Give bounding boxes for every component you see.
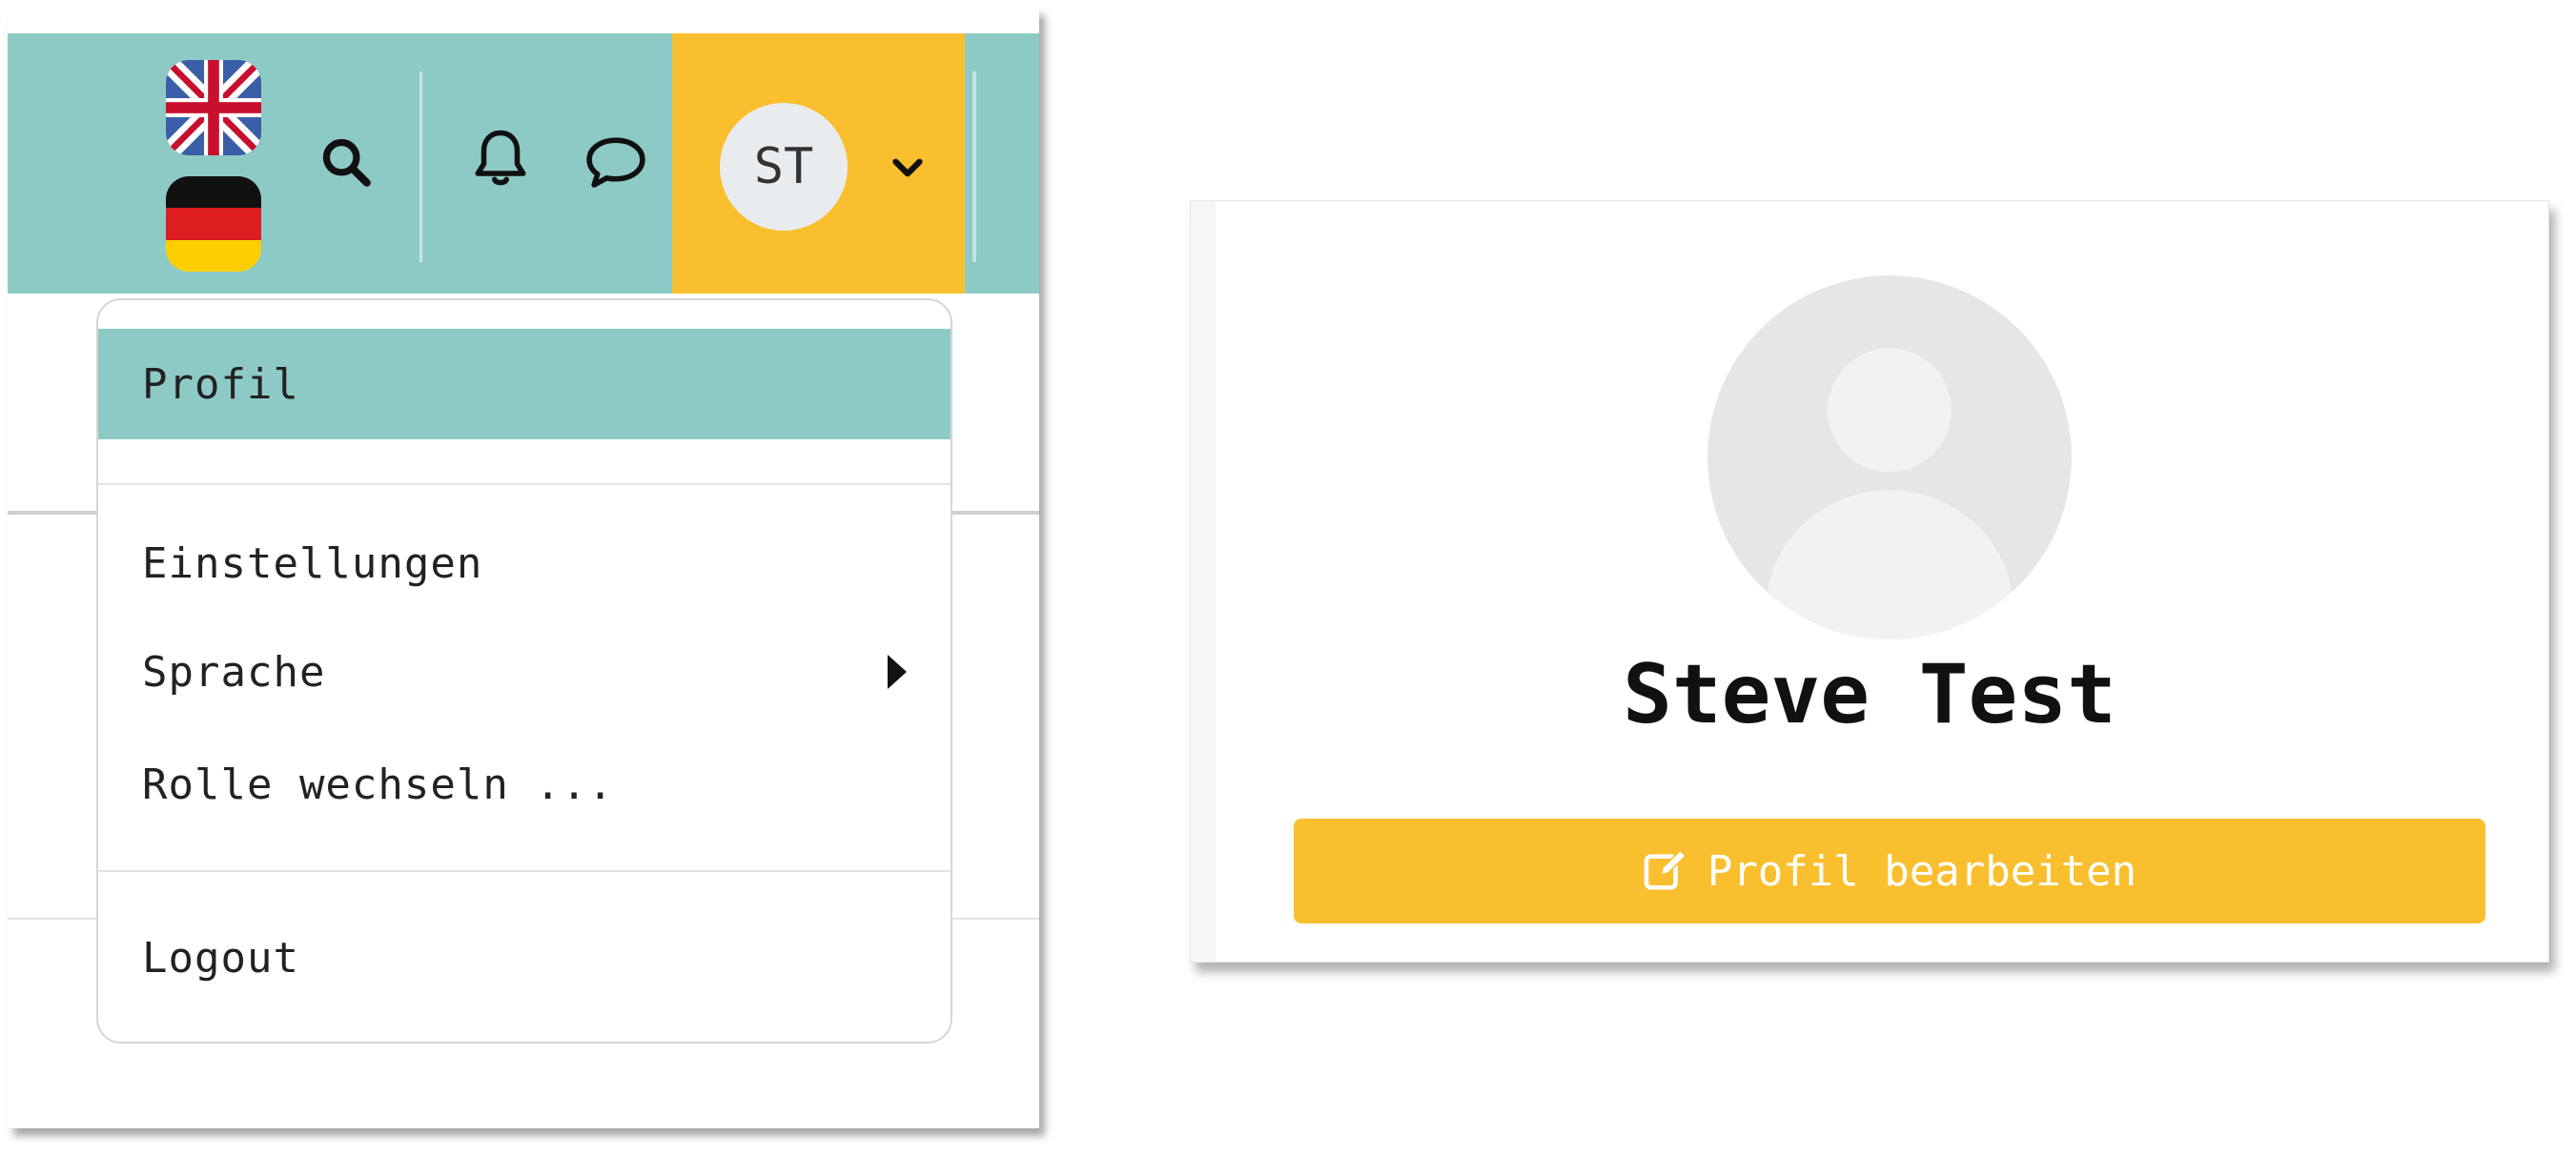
menu-item-sprache[interactable]: Sprache bbox=[98, 617, 951, 727]
menu-item-sprache-label: Sprache bbox=[142, 647, 326, 697]
search-icon[interactable] bbox=[313, 129, 379, 195]
avatar[interactable]: ST bbox=[720, 103, 848, 231]
bell-icon[interactable] bbox=[467, 121, 534, 197]
edit-profile-button[interactable]: Profil bearbeiten bbox=[1294, 819, 2485, 923]
chat-icon[interactable] bbox=[580, 129, 652, 195]
uk-flag-icon[interactable] bbox=[166, 60, 261, 155]
card-edge bbox=[1191, 201, 1216, 962]
profile-picture-placeholder bbox=[1707, 275, 2072, 639]
user-dropdown-menu: Profil Einstellungen Sprache Rolle wechs… bbox=[96, 298, 952, 1044]
menu-item-rolle-wechseln[interactable]: Rolle wechseln ... bbox=[98, 729, 951, 840]
user-menu-toggle[interactable]: ST bbox=[672, 33, 965, 294]
navbar-divider bbox=[419, 71, 422, 262]
menu-item-profil[interactable]: Profil bbox=[98, 329, 951, 439]
menu-divider bbox=[98, 870, 951, 872]
chevron-down-icon[interactable] bbox=[884, 144, 931, 192]
header-dropdown-screenshot: ST Profil Einstellungen Sprache Rolle we… bbox=[8, 8, 1039, 1128]
edit-profile-label: Profil bearbeiten bbox=[1707, 846, 2137, 896]
menu-item-logout[interactable]: Logout bbox=[98, 902, 951, 1013]
profile-card: Steve Test Profil bearbeiten bbox=[1190, 200, 2549, 963]
top-navbar: ST bbox=[8, 33, 1039, 294]
menu-divider bbox=[98, 483, 951, 485]
menu-item-einstellungen[interactable]: Einstellungen bbox=[98, 508, 951, 619]
navbar-divider bbox=[972, 71, 976, 262]
caret-right-icon bbox=[888, 655, 907, 689]
german-flag-icon[interactable] bbox=[166, 176, 261, 272]
edit-icon bbox=[1644, 849, 1687, 890]
profile-name: Steve Test bbox=[1623, 647, 2116, 742]
